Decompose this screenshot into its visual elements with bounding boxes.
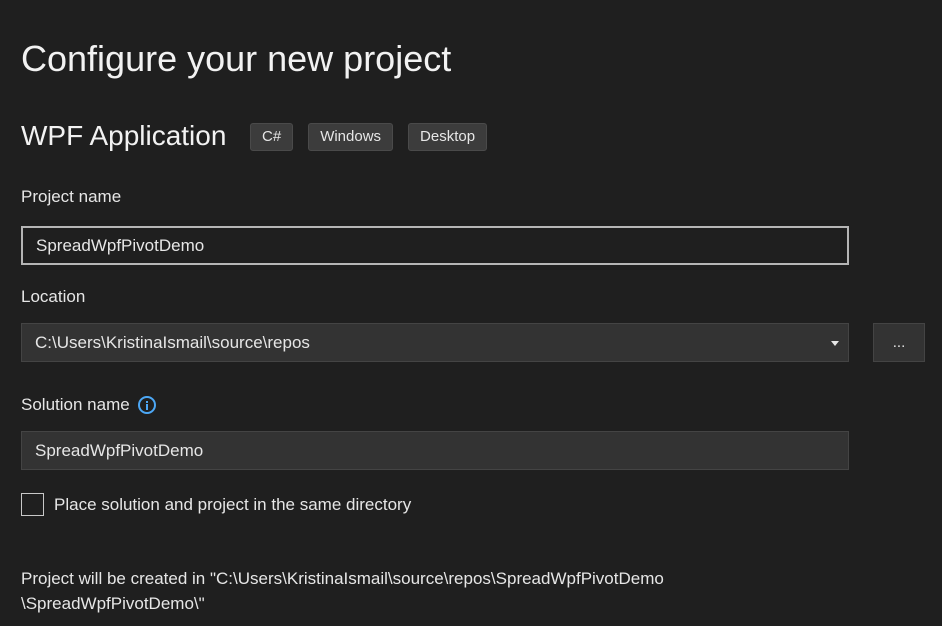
project-path-line-1: Project will be created in "C:\Users\Kri… <box>21 569 664 588</box>
page-title: Configure your new project <box>21 38 452 79</box>
same-directory-checkbox[interactable] <box>21 493 44 516</box>
project-path-line-2: \SpreadWpfPivotDemo\" <box>21 594 205 613</box>
location-combobox[interactable]: C:\Users\KristinaIsmail\source\repos <box>21 323 849 362</box>
solution-name-label-row: Solution name <box>21 395 156 415</box>
tag-project-type: Desktop <box>408 123 488 151</box>
template-tags: C# Windows Desktop <box>250 123 488 151</box>
project-name-label: Project name <box>21 187 122 206</box>
template-name: WPF Application <box>21 120 227 151</box>
same-directory-label[interactable]: Place solution and project in the same d… <box>54 495 411 515</box>
location-label: Location <box>21 287 86 306</box>
chevron-down-icon[interactable] <box>831 341 839 346</box>
location-value: C:\Users\KristinaIsmail\source\repos <box>35 333 310 352</box>
solution-name-input[interactable]: SpreadWpfPivotDemo <box>21 431 849 470</box>
project-path-note: Project will be created in "C:\Users\Kri… <box>21 566 664 616</box>
tag-platform: Windows <box>308 123 394 151</box>
info-icon[interactable] <box>137 396 156 414</box>
tag-language: C# <box>250 123 294 151</box>
same-directory-option[interactable]: Place solution and project in the same d… <box>21 493 411 516</box>
configure-project-page: Configure your new project WPF Applicati… <box>0 0 942 626</box>
browse-button[interactable]: ... <box>873 323 925 362</box>
solution-name-label: Solution name <box>21 395 130 414</box>
project-name-input[interactable]: SpreadWpfPivotDemo <box>21 226 849 265</box>
